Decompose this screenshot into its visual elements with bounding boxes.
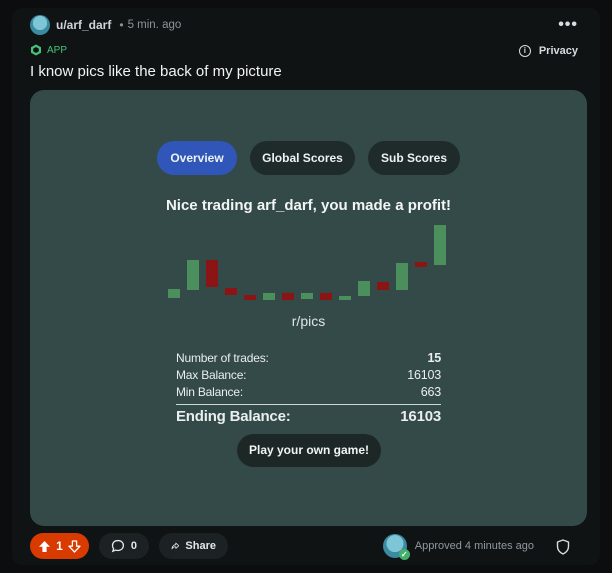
chart-bar: [225, 288, 237, 295]
chart-bar: [415, 262, 427, 267]
ending-balance-label: Ending Balance:: [176, 408, 291, 425]
stat-row: Number of trades: 15: [176, 350, 441, 367]
tab-sub-scores[interactable]: Sub Scores: [368, 141, 460, 175]
tab-global-scores[interactable]: Global Scores: [250, 141, 355, 175]
ending-balance-value: 16103: [400, 408, 441, 425]
balance-chart: [168, 225, 446, 300]
shield-icon[interactable]: [556, 539, 570, 555]
chart-bar: [187, 260, 199, 290]
stat-row: Min Balance: 663: [176, 384, 441, 401]
result-message: Nice trading arf_darf, you made a profit…: [165, 197, 452, 214]
username-link[interactable]: u/arf_darf: [56, 18, 111, 32]
vote-count: 1: [56, 539, 63, 553]
chart-bar: [301, 293, 313, 299]
tab-overview[interactable]: Overview: [157, 141, 237, 175]
chart-bar: [339, 296, 351, 300]
vote-control: 1: [30, 533, 89, 559]
stat-value: 663: [420, 385, 441, 399]
approval-status: ✓ Approved 4 minutes ago: [382, 533, 534, 560]
stats-table: Number of trades: 15 Max Balance: 16103 …: [176, 350, 441, 427]
separator-dot: •: [119, 18, 124, 32]
moderator-avatar[interactable]: ✓: [382, 534, 410, 560]
downvote-icon[interactable]: [68, 539, 81, 553]
share-button[interactable]: Share: [159, 533, 228, 559]
chart-bar: [320, 293, 332, 300]
game-card: Overview Global Scores Sub Scores Nice t…: [30, 90, 587, 526]
post-title[interactable]: I know pics like the back of my picture: [30, 63, 282, 80]
subreddit-label: r/pics: [291, 313, 326, 329]
post-actions: 1 0 Share ✓ Approved 4 minutes ago: [30, 533, 582, 561]
chart-bar: [244, 295, 256, 300]
info-icon: i: [518, 45, 531, 57]
share-icon: [171, 542, 180, 550]
stat-value: 16103: [407, 368, 441, 382]
chart-bar: [206, 260, 218, 287]
stat-label: Min Balance:: [176, 385, 243, 399]
chart-bar: [358, 281, 370, 296]
chart-bar: [263, 293, 275, 300]
more-icon[interactable]: •••: [558, 16, 578, 34]
upvote-icon[interactable]: [38, 540, 51, 553]
chart-bar: [396, 263, 408, 290]
share-label: Share: [185, 540, 216, 552]
user-avatar[interactable]: [30, 15, 50, 35]
comments-button[interactable]: 0: [99, 533, 149, 559]
chart-bar: [377, 282, 389, 290]
stat-value: 15: [427, 351, 441, 365]
stat-label: Number of trades:: [176, 351, 269, 365]
stat-label: Max Balance:: [176, 368, 247, 382]
privacy-button[interactable]: i Privacy: [518, 45, 578, 57]
chart-bar: [434, 225, 446, 265]
stat-row: Max Balance: 16103: [176, 367, 441, 384]
comment-icon: [111, 539, 125, 553]
ending-balance-row: Ending Balance: 16103: [176, 407, 441, 427]
post-time: 5 min. ago: [127, 19, 182, 31]
app-label: APP: [47, 44, 68, 56]
chart-bar: [282, 293, 294, 300]
post-header: u/arf_darf • 5 min. ago •••: [30, 14, 592, 36]
comment-count: 0: [130, 540, 137, 552]
play-game-button[interactable]: Play your own game!: [237, 434, 381, 467]
app-badge: APP: [30, 44, 67, 56]
app-icon: [31, 44, 41, 56]
check-icon: ✓: [398, 549, 410, 560]
chart-bar: [168, 289, 180, 298]
approved-text: Approved 4 minutes ago: [414, 540, 534, 552]
stats-divider: [176, 404, 441, 405]
privacy-label: Privacy: [538, 45, 578, 57]
